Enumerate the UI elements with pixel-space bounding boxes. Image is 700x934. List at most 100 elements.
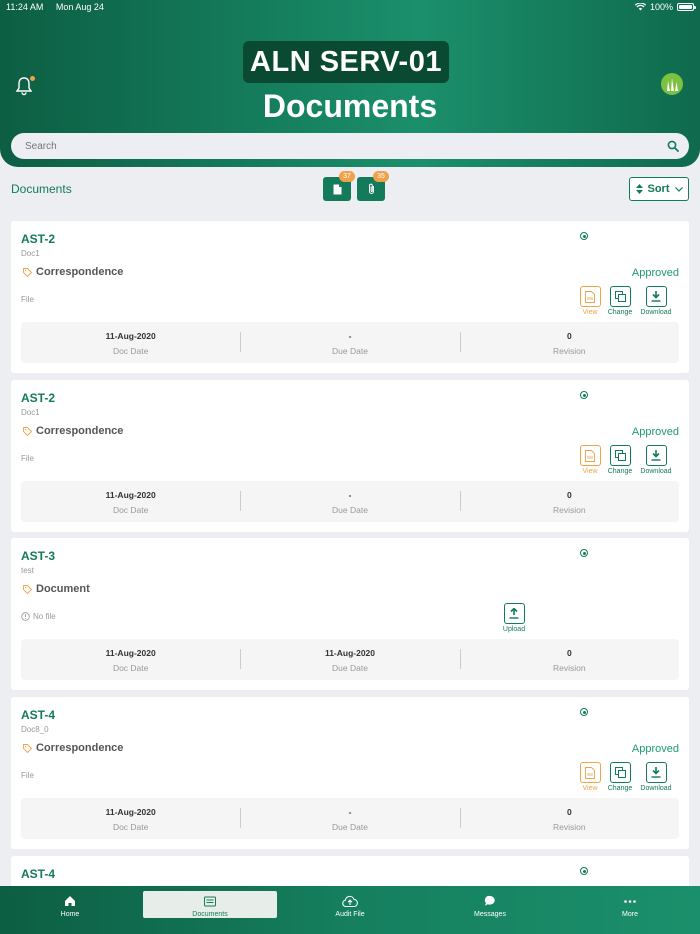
tag-icon [23,267,32,277]
status-radio-icon[interactable] [580,708,588,716]
download-label: Download [640,785,672,792]
documents-section-label: Documents [11,182,72,196]
view-button[interactable]: View [573,762,607,792]
doc-date-label: Doc Date [112,822,149,832]
sort-icon [635,184,643,194]
document-card[interactable]: AST-4 Doc8_0 Correspondence Approved Fil… [11,697,689,849]
download-label: Download [640,468,672,475]
download-button[interactable]: Download [639,286,673,316]
revision-value: 0 [566,490,572,500]
attachment-filter-button[interactable]: 35 [357,171,389,201]
document-filter-button[interactable]: 37 [323,171,355,201]
company-logo-icon[interactable] [661,73,683,95]
due-date-value: - [348,807,352,817]
doc-date-value: 11-Aug-2020 [105,648,156,658]
chat-icon [484,895,495,906]
notification-dot [30,76,35,81]
file-label: File [21,454,34,463]
nav-home[interactable]: Home [0,886,140,934]
document-dates: 11-Aug-2020 Doc Date - Due Date 0 Revision [21,798,679,839]
document-card[interactable]: AST-2 Doc1 Correspondence Approved File … [11,221,689,373]
doc-date-value: 11-Aug-2020 [105,490,156,500]
document-subtitle: Doc1 [21,249,40,258]
nav-audit-file[interactable]: Audit File [280,886,420,934]
document-card[interactable]: AST-2 Doc1 Correspondence Approved File … [11,380,689,532]
due-date-value: - [348,490,352,500]
change-label: Change [607,468,633,475]
upload-label: Upload [502,626,526,633]
pdf-file-icon [585,290,595,303]
status-date: Mon Aug 24 [55,2,104,12]
search-icon[interactable] [667,140,679,152]
upload-button[interactable]: Upload [497,603,531,633]
file-label: No file [33,612,56,621]
doc-date-label: Doc Date [112,505,149,515]
download-button[interactable]: Download [639,445,673,475]
tag-icon [23,426,32,436]
view-label: View [582,468,598,475]
approval-status: Approved [631,267,679,279]
revision-label: Revision [553,346,586,356]
download-icon [651,291,661,302]
view-label: View [582,309,598,316]
status-radio-icon[interactable] [580,549,588,557]
view-label: View [582,785,598,792]
status-radio-icon[interactable] [580,391,588,399]
sort-button[interactable]: Sort [629,177,689,201]
document-subtitle: Doc1 [21,408,40,417]
nav-more[interactable]: More [560,886,700,934]
download-button[interactable]: Download [639,762,673,792]
document-card[interactable]: AST-3 test Document No file Upload 11-Au… [11,538,689,690]
document-category: Correspondence [23,266,123,278]
nav-documents-label: Documents [192,911,228,918]
tag-icon [23,743,32,753]
no-file-indicator: No file [21,612,56,621]
document-code: AST-3 [21,549,56,563]
paperclip-icon [368,183,374,194]
revision-value: 0 [566,648,572,658]
wifi-icon [634,3,646,11]
document-count-badge: 37 [339,171,355,182]
search-input[interactable] [11,133,689,159]
category-label: Correspondence [36,266,124,278]
document-dates: 11-Aug-2020 Doc Date - Due Date 0 Revision [21,481,679,522]
file-icon [333,184,341,194]
sort-label: Sort [647,183,670,195]
revision-value: 0 [566,807,572,817]
doc-date-label: Doc Date [112,346,149,356]
more-icon [624,899,636,903]
due-date-value: 11-Aug-2020 [324,648,376,658]
revision-label: Revision [553,663,586,673]
nav-messages[interactable]: Messages [420,886,560,934]
cloud-upload-icon [342,895,358,907]
upload-icon [509,608,519,619]
change-button[interactable]: Change [603,762,637,792]
document-dates: 11-Aug-2020 Doc Date 11-Aug-2020 Due Date … [21,639,679,680]
revision-value: 0 [566,331,572,341]
download-icon [651,450,661,461]
due-date-label: Due Date [332,822,368,832]
nav-documents[interactable]: Documents [140,886,280,934]
change-button[interactable]: Change [603,445,637,475]
bottom-navigation: Home Documents Audit File Messages More [0,886,700,934]
document-code: AST-2 [21,391,56,405]
revision-label: Revision [553,822,586,832]
view-button[interactable]: View [573,286,607,316]
document-code: AST-4 [21,708,56,722]
copy-icon [614,291,626,302]
pdf-file-icon [585,449,595,462]
category-label: Document [36,583,90,595]
status-radio-icon[interactable] [580,232,588,240]
status-radio-icon[interactable] [580,867,588,875]
nav-messages-label: Messages [474,911,506,918]
nav-audit-file-label: Audit File [335,911,365,918]
document-category: Document [23,583,90,595]
document-dates: 11-Aug-2020 Doc Date - Due Date 0 Revision [21,322,679,363]
approval-status: Approved [631,426,679,438]
view-button[interactable]: View [573,445,607,475]
change-button[interactable]: Change [603,286,637,316]
documents-icon [204,896,216,906]
download-icon [651,767,661,778]
document-card[interactable]: AST-4 [11,856,689,886]
document-category: Correspondence [23,742,123,754]
